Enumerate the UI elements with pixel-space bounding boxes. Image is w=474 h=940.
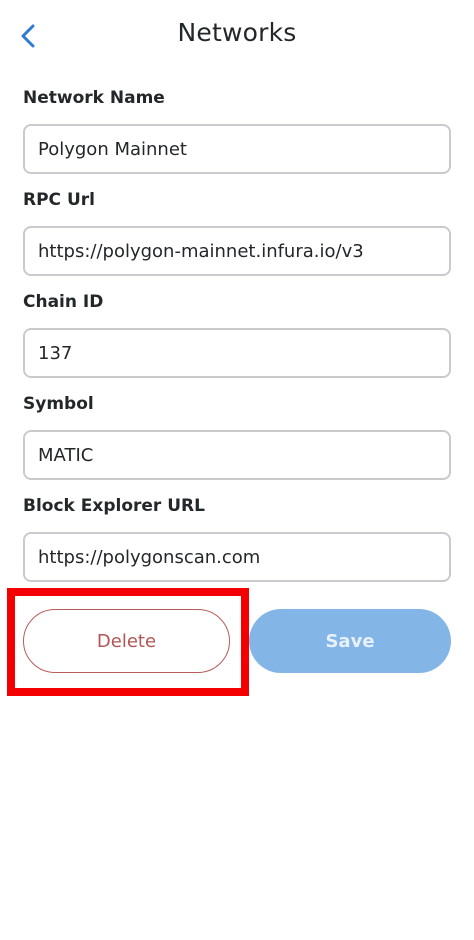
page-title: Networks xyxy=(177,18,297,47)
block-explorer-url-label: Block Explorer URL xyxy=(23,496,205,516)
symbol-label: Symbol xyxy=(23,394,94,414)
delete-button[interactable]: Delete xyxy=(23,609,230,673)
rpc-url-label: RPC Url xyxy=(23,190,95,210)
chain-id-input[interactable] xyxy=(23,328,451,378)
save-button[interactable]: Save xyxy=(249,609,451,673)
network-settings-screen: Networks Network Name RPC Url Chain ID S… xyxy=(0,0,474,940)
symbol-input[interactable] xyxy=(23,430,451,480)
chain-id-label: Chain ID xyxy=(23,292,104,312)
header: Networks xyxy=(0,0,474,70)
network-name-label: Network Name xyxy=(23,88,165,108)
block-explorer-url-input[interactable] xyxy=(23,532,451,582)
rpc-url-input[interactable] xyxy=(23,226,451,276)
network-name-input[interactable] xyxy=(23,124,451,174)
